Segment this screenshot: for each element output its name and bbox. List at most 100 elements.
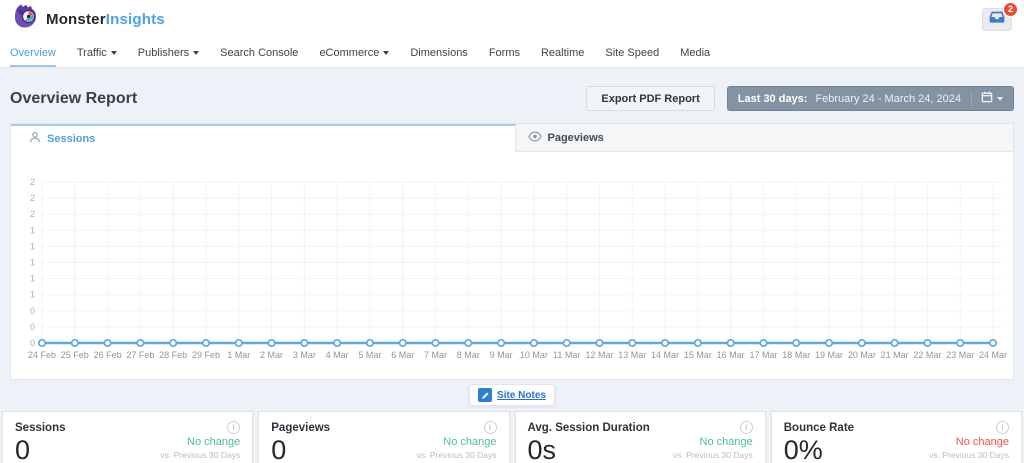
svg-text:4 Mar: 4 Mar (326, 350, 349, 360)
tab-sessions[interactable]: Sessions (11, 124, 516, 152)
stat-value: 0 (15, 436, 30, 463)
svg-text:29 Feb: 29 Feb (192, 350, 220, 360)
chevron-down-icon (997, 97, 1003, 101)
main-nav: Overview Traffic Publishers Search Conso… (0, 38, 1024, 68)
stat-card-avg-session-duration: Avg. Session Duration i 0s No change vs.… (515, 411, 766, 463)
stat-change: No change (673, 436, 753, 448)
chart-panel: Sessions Pageviews 2221111100024 Feb25 F… (10, 123, 1014, 380)
calendar-icon (981, 91, 993, 106)
stat-value: 0% (784, 436, 823, 463)
svg-text:16 Mar: 16 Mar (717, 350, 745, 360)
stat-label: Pageviews (271, 422, 330, 434)
tab-pageviews[interactable]: Pageviews (516, 124, 1014, 151)
svg-text:12 Mar: 12 Mar (585, 350, 613, 360)
stats-row: Sessions i 0 No change vs. Previous 30 D… (2, 411, 1022, 463)
svg-text:24 Feb: 24 Feb (28, 350, 56, 360)
stat-label: Sessions (15, 422, 66, 434)
svg-text:2: 2 (30, 209, 35, 219)
brand: MonsterInsights (12, 3, 165, 35)
svg-text:25 Feb: 25 Feb (61, 350, 89, 360)
svg-text:27 Feb: 27 Feb (126, 350, 154, 360)
svg-text:26 Feb: 26 Feb (94, 350, 122, 360)
sessions-line-chart: 2221111100024 Feb25 Feb26 Feb27 Feb28 Fe… (11, 152, 1013, 374)
svg-text:10 Mar: 10 Mar (520, 350, 548, 360)
date-range-label: Last 30 days: (738, 93, 808, 105)
svg-text:13 Mar: 13 Mar (618, 350, 646, 360)
eye-icon (528, 131, 542, 145)
svg-text:7 Mar: 7 Mar (424, 350, 447, 360)
svg-text:22 Mar: 22 Mar (913, 350, 941, 360)
export-pdf-button[interactable]: Export PDF Report (586, 86, 714, 111)
svg-text:19 Mar: 19 Mar (815, 350, 843, 360)
nav-item-ecommerce[interactable]: eCommerce (319, 38, 389, 67)
stat-compare: vs. Previous 30 Days (673, 450, 753, 460)
svg-text:23 Mar: 23 Mar (946, 350, 974, 360)
stat-compare: vs. Previous 30 Days (417, 450, 497, 460)
chevron-down-icon (193, 51, 199, 55)
svg-text:15 Mar: 15 Mar (684, 350, 712, 360)
svg-text:8 Mar: 8 Mar (457, 350, 480, 360)
svg-text:1: 1 (30, 290, 35, 300)
inbox-icon (989, 10, 1005, 28)
notification-count-badge: 2 (1003, 2, 1018, 17)
stat-card-sessions: Sessions i 0 No change vs. Previous 30 D… (2, 411, 253, 463)
svg-text:0: 0 (30, 306, 35, 316)
sessions-chart: 2221111100024 Feb25 Feb26 Feb27 Feb28 Fe… (11, 152, 1013, 379)
svg-text:18 Mar: 18 Mar (782, 350, 810, 360)
info-icon[interactable]: i (996, 421, 1009, 434)
svg-text:21 Mar: 21 Mar (881, 350, 909, 360)
stat-label: Avg. Session Duration (528, 422, 650, 434)
svg-text:2 Mar: 2 Mar (260, 350, 283, 360)
info-icon[interactable]: i (484, 421, 497, 434)
svg-text:5 Mar: 5 Mar (358, 350, 381, 360)
svg-text:0: 0 (30, 322, 35, 332)
info-icon[interactable]: i (227, 421, 240, 434)
stat-change: No change (929, 436, 1009, 448)
brand-name: MonsterInsights (46, 11, 165, 28)
nav-item-media[interactable]: Media (680, 38, 710, 67)
info-icon[interactable]: i (740, 421, 753, 434)
stat-change: No change (417, 436, 497, 448)
person-icon (29, 131, 41, 146)
svg-text:9 Mar: 9 Mar (490, 350, 513, 360)
notifications-button[interactable]: 2 (982, 8, 1012, 31)
date-range-button[interactable]: Last 30 days: February 24 - March 24, 20… (727, 86, 1014, 111)
svg-text:2: 2 (30, 193, 35, 203)
nav-item-publishers[interactable]: Publishers (138, 38, 199, 67)
svg-text:14 Mar: 14 Mar (651, 350, 679, 360)
svg-text:1: 1 (30, 258, 35, 268)
stat-compare: vs. Previous 30 Days (160, 450, 240, 460)
nav-item-dimensions[interactable]: Dimensions (410, 38, 467, 67)
stat-card-bounce-rate: Bounce Rate i 0% No change vs. Previous … (771, 411, 1022, 463)
svg-text:28 Feb: 28 Feb (159, 350, 187, 360)
svg-text:1 Mar: 1 Mar (227, 350, 250, 360)
svg-text:2: 2 (30, 177, 35, 187)
svg-text:1: 1 (30, 225, 35, 235)
svg-text:3 Mar: 3 Mar (293, 350, 316, 360)
chevron-down-icon (111, 51, 117, 55)
chart-tabbar: Sessions Pageviews (11, 124, 1013, 152)
nav-item-forms[interactable]: Forms (489, 38, 520, 67)
nav-item-site-speed[interactable]: Site Speed (605, 38, 659, 67)
svg-text:24 Mar: 24 Mar (979, 350, 1007, 360)
stat-card-pageviews: Pageviews i 0 No change vs. Previous 30 … (258, 411, 509, 463)
stat-value: 0s (528, 436, 557, 463)
report-header: Overview Report Export PDF Report Last 3… (10, 86, 1014, 111)
nav-item-realtime[interactable]: Realtime (541, 38, 584, 67)
stat-label: Bounce Rate (784, 422, 854, 434)
monster-logo-icon (12, 3, 39, 35)
svg-text:17 Mar: 17 Mar (749, 350, 777, 360)
stat-value: 0 (271, 436, 286, 463)
page-title: Overview Report (10, 90, 137, 108)
nav-item-search-console[interactable]: Search Console (220, 38, 298, 67)
stat-compare: vs. Previous 30 Days (929, 450, 1009, 460)
date-range-value: February 24 - March 24, 2024 (815, 93, 961, 105)
svg-text:0: 0 (30, 338, 35, 348)
pencil-icon (478, 388, 492, 402)
nav-item-traffic[interactable]: Traffic (77, 38, 117, 67)
site-notes-button[interactable]: Site Notes (469, 384, 555, 406)
site-notes-label: Site Notes (497, 390, 546, 401)
nav-item-overview[interactable]: Overview (10, 38, 56, 67)
svg-text:6 Mar: 6 Mar (391, 350, 414, 360)
stat-change: No change (160, 436, 240, 448)
